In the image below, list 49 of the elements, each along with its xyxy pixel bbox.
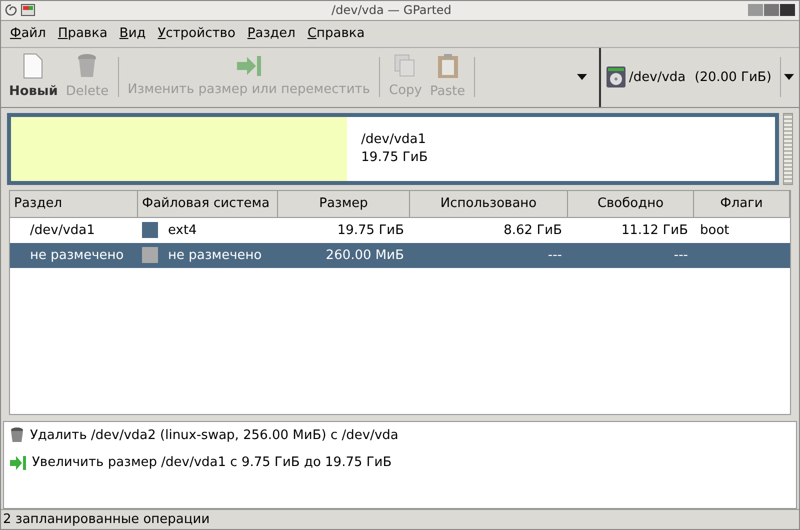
table-cell-text: не размечено <box>29 246 125 265</box>
partition-name: /dev/vda1 <box>361 130 428 149</box>
table-row[interactable]: не размечено не размечено 260.00 МиБ --- --- <box>10 242 790 268</box>
operation-item[interactable]: Удалить /dev/vda2 (linux-swap, 256.00 МиБ) с /dev/vda <box>30 426 398 446</box>
app-icon <box>21 4 35 16</box>
column-header[interactable]: Раздел <box>10 190 138 218</box>
menu-item[interactable]: Вид <box>114 24 151 44</box>
arrow-right-icon <box>10 456 26 470</box>
swirl-icon <box>5 4 17 16</box>
table-cell-text: 8.62 ГиБ <box>502 222 563 240</box>
toolbar-button[interactable]: Новый <box>5 53 62 102</box>
clipboard-icon <box>436 53 459 80</box>
maximize-button[interactable] <box>764 4 779 16</box>
window-title: /dev/vda — GParted <box>330 2 452 20</box>
table-cell-text: 260.00 МиБ <box>324 246 405 265</box>
table-cell-text: 19.75 ГиБ <box>336 222 405 240</box>
menu-item[interactable]: Устройство <box>152 24 240 44</box>
table-cell-text: не размечено <box>168 246 262 265</box>
partition-size: 19.75 ГиБ <box>361 148 428 167</box>
copy-icon <box>394 54 416 78</box>
disk-map[interactable]: /dev/vda1 19.75 ГиБ <box>7 112 779 185</box>
table-row[interactable]: /dev/vda1 ext4 19.75 ГиБ 8.62 ГиБ 11.12 ГиБ boot <box>10 218 790 243</box>
close-button[interactable] <box>780 4 795 16</box>
column-header[interactable]: Свободно <box>568 190 694 218</box>
menu-item[interactable]: Файл <box>5 24 51 44</box>
status-bar: 2 запланированные операции <box>1 508 799 529</box>
column-header[interactable]: Флаги <box>694 190 790 218</box>
trash-can-icon <box>76 53 98 80</box>
menu-item[interactable]: Правка <box>52 24 112 44</box>
table-cell-text: boot <box>699 222 730 240</box>
menu-item[interactable]: Справка <box>302 24 370 44</box>
device-size: (20.00 ГиБ) <box>694 68 772 87</box>
column-header[interactable]: Размер <box>278 190 410 218</box>
table-cell-text: /dev/vda1 <box>29 222 96 240</box>
scroll-handle[interactable] <box>783 112 793 185</box>
table-cell-text: ext4 <box>168 222 197 240</box>
dropdown-arrow-icon[interactable] <box>577 74 587 80</box>
table-cell-text: --- <box>672 246 689 265</box>
trash-can-icon <box>10 427 24 444</box>
table-cell-text: --- <box>546 246 563 265</box>
column-header[interactable]: Использовано <box>410 190 568 218</box>
column-header[interactable]: Файловая система <box>138 190 278 218</box>
device-selector[interactable]: /dev/vda <box>629 68 686 88</box>
document-icon <box>22 53 44 80</box>
arrow-right-icon <box>236 55 262 78</box>
operation-item[interactable]: Увеличить размер /dev/vda1 с 9.75 ГиБ до 19.75 ГиБ <box>32 453 392 473</box>
dropdown-arrow-icon[interactable] <box>784 74 794 80</box>
menu-item[interactable]: Раздел <box>242 24 300 44</box>
table-cell-text: 11.12 ГиБ <box>620 222 689 240</box>
